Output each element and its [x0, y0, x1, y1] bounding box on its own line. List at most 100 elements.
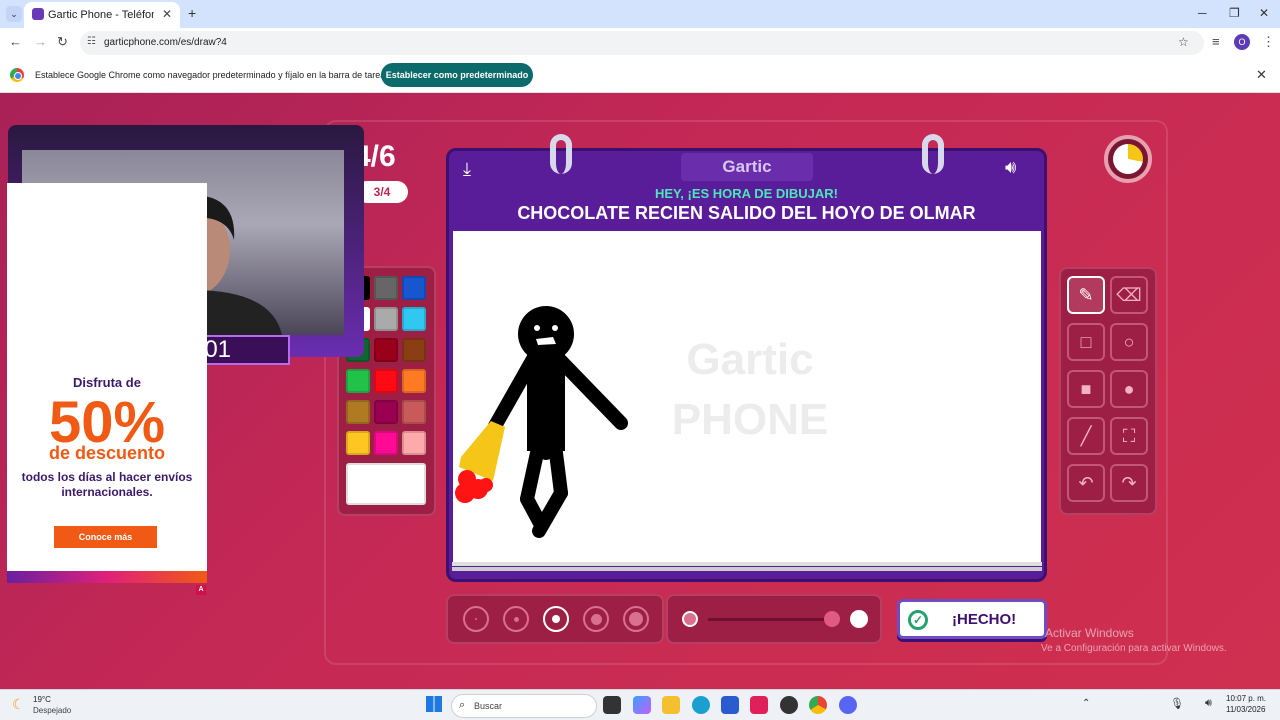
circle-outline-icon[interactable]: ○ — [1110, 323, 1148, 361]
opacity-low-icon — [682, 611, 698, 627]
ad-stripe — [7, 571, 207, 583]
restore-icon[interactable]: ❐ — [1229, 6, 1240, 20]
opacity-high-icon — [850, 610, 868, 628]
redo-icon[interactable]: ↷ — [1110, 464, 1148, 502]
media-icon[interactable]: ≡ — [1212, 34, 1220, 49]
forward-icon[interactable]: → — [34, 34, 47, 49]
bookmark-star-icon[interactable]: ☆ — [1178, 35, 1189, 49]
activate-windows-title: Activar Windows — [1045, 626, 1134, 640]
brush-size-option[interactable] — [543, 606, 569, 632]
gartic-phone-watermark: Gartic PHONE — [671, 335, 829, 444]
done-button[interactable]: ✓ ¡HECHO! — [897, 599, 1047, 639]
color-swatch[interactable] — [402, 431, 426, 455]
opacity-track[interactable] — [708, 618, 832, 621]
color-swatch[interactable] — [346, 400, 370, 424]
draw-prompt-title: CHOCOLATE RECIEN SALIDO DEL HOYO DE OLMA… — [517, 203, 976, 223]
profile-avatar[interactable]: O — [1234, 34, 1250, 50]
sound-icon[interactable]: 🔊︎ — [1005, 157, 1016, 178]
discord-icon[interactable] — [839, 696, 857, 714]
binder-ring-left — [550, 134, 572, 174]
ad-line3: todos los días al hacer envíos internaci… — [21, 470, 193, 499]
weather-desc: Despejado — [33, 706, 72, 715]
color-swatch[interactable] — [346, 431, 370, 455]
chrome-taskbar-icon[interactable] — [809, 696, 827, 714]
tab-list-button[interactable]: ⌄ — [6, 6, 22, 22]
weather-temp: 19°C — [33, 695, 51, 704]
file-explorer-icon[interactable] — [662, 696, 680, 714]
color-swatch[interactable] — [402, 276, 426, 300]
address-bar[interactable]: ☷ garticphone.com/es/draw?4 ☆ — [80, 31, 1204, 55]
color-swatch[interactable] — [402, 400, 426, 424]
minimize-icon[interactable]: ─ — [1198, 6, 1207, 20]
brush-size-option[interactable] — [463, 606, 489, 632]
paper-edge — [452, 562, 1042, 566]
timer-pie — [1113, 144, 1143, 174]
site-info-icon[interactable]: ☷ — [87, 36, 96, 47]
windows-start-icon[interactable] — [426, 696, 442, 712]
url-text: garticphone.com/es/draw?4 — [104, 37, 227, 48]
chrome-logo-icon — [10, 68, 24, 82]
taskbar-search[interactable]: ⌕ Buscar — [451, 694, 597, 718]
back-icon[interactable]: ← — [9, 34, 22, 49]
eraser-icon[interactable]: ⌫ — [1110, 276, 1148, 314]
ad-cta-button[interactable]: Conoce más — [54, 526, 157, 548]
brush-size-option[interactable] — [583, 606, 609, 632]
color-swatch[interactable] — [374, 431, 398, 455]
bucket-icon[interactable]: ⛶ — [1110, 417, 1148, 455]
rect-outline-icon[interactable]: □ — [1067, 323, 1105, 361]
ad-choices-badge[interactable]: A — [196, 585, 206, 595]
undo-icon[interactable]: ↶ — [1067, 464, 1105, 502]
close-infobar-icon[interactable]: ✕ — [1256, 67, 1267, 83]
close-tab-icon[interactable]: ✕ — [162, 7, 172, 21]
set-default-button[interactable]: Establecer como predeterminado — [381, 63, 533, 87]
pencil-icon[interactable]: ✎ — [1067, 276, 1105, 314]
tab-bar: ⌄ Gartic Phone - Teléfono Descom ✕ + ─ ❐… — [0, 0, 1280, 28]
brush-size-dot — [552, 615, 560, 623]
opacity-panel — [666, 594, 882, 644]
color-swatch[interactable] — [374, 400, 398, 424]
tiktok-icon[interactable] — [750, 696, 768, 714]
download-icon[interactable]: ⤓ — [463, 159, 471, 180]
color-swatch[interactable] — [402, 338, 426, 362]
obs-icon[interactable] — [780, 696, 798, 714]
line-icon[interactable]: ╱ — [1067, 417, 1105, 455]
new-tab-icon[interactable]: + — [188, 5, 196, 21]
windows-taskbar: ☾ 19°C Despejado ⌕ Buscar ⌃ 🎙︎ 🔊︎ 10:07 … — [0, 689, 1280, 720]
store-icon[interactable] — [721, 696, 739, 714]
rect-fill-icon[interactable]: ■ — [1067, 370, 1105, 408]
paper-edge — [452, 567, 1042, 571]
menu-icon[interactable]: ⋮ — [1262, 34, 1275, 50]
tab-active[interactable]: Gartic Phone - Teléfono Descom ✕ — [24, 2, 180, 28]
brush-size-dot — [629, 612, 643, 626]
color-swatch[interactable] — [374, 338, 398, 362]
gartic-favicon — [32, 8, 44, 20]
volume-icon[interactable]: 🔊︎ — [1205, 697, 1212, 710]
clock-date[interactable]: 11/03/2026 — [1226, 705, 1265, 714]
mic-icon[interactable]: 🎙︎ — [1170, 697, 1184, 710]
color-swatch[interactable] — [402, 307, 426, 331]
task-view-icon[interactable] — [603, 696, 621, 714]
brush-size-option[interactable] — [503, 606, 529, 632]
close-window-icon[interactable]: ✕ — [1259, 6, 1269, 20]
color-swatch[interactable] — [346, 369, 370, 393]
clock-time[interactable]: 10:07 p. m. — [1226, 694, 1266, 703]
opacity-slider-handle[interactable] — [824, 611, 840, 627]
draw-prompt-subtitle: HEY, ¡ES HORA DE DIBUJAR! — [655, 186, 838, 201]
reload-icon[interactable]: ↻ — [57, 34, 68, 50]
ad-line1: Disfruta de — [73, 375, 141, 390]
circle-fill-icon[interactable]: ● — [1110, 370, 1148, 408]
timer-icon — [1104, 135, 1152, 183]
search-placeholder: Buscar — [474, 701, 503, 711]
activate-windows-subtitle: Ve a Configuración para activar Windows. — [1041, 643, 1227, 654]
tray-expand-icon[interactable]: ⌃ — [1082, 698, 1090, 709]
edge-icon[interactable] — [692, 696, 710, 714]
color-swatch[interactable] — [374, 369, 398, 393]
brush-size-option[interactable] — [623, 606, 649, 632]
advertisement[interactable]: Disfruta de 50% de descuento todos los d… — [7, 183, 207, 583]
copilot-icon[interactable] — [633, 696, 651, 714]
color-swatch[interactable] — [374, 276, 398, 300]
brush-size-dot — [590, 613, 602, 625]
brush-size-dot — [475, 618, 477, 620]
color-swatch[interactable] — [402, 369, 426, 393]
color-swatch[interactable] — [374, 307, 398, 331]
